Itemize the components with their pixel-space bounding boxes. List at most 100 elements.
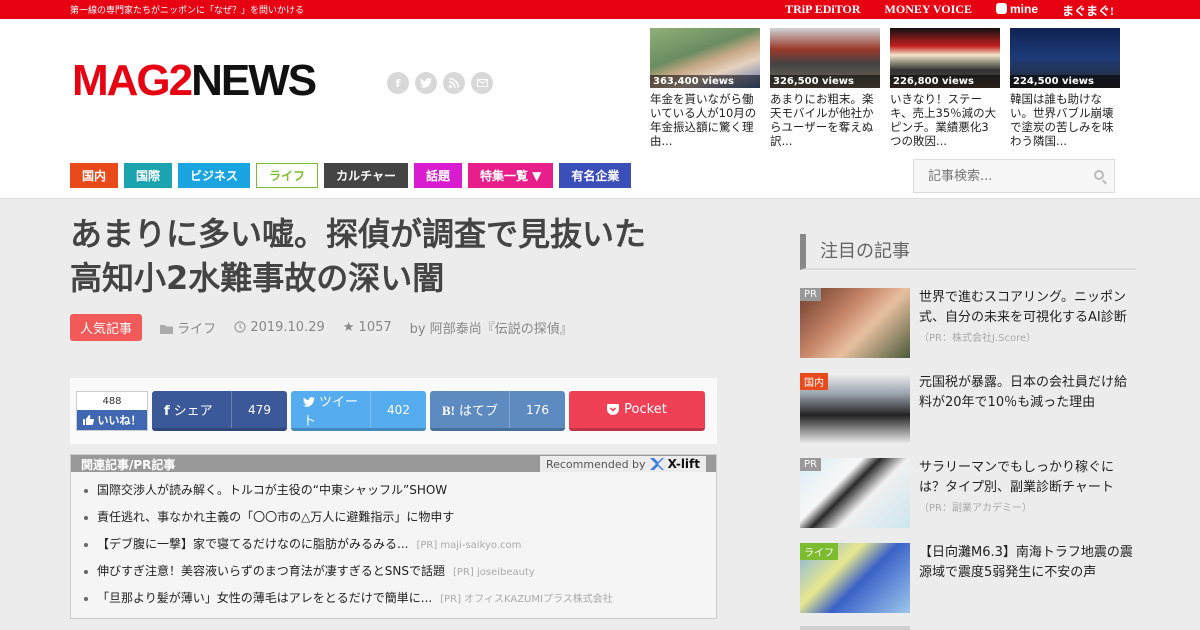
site-tagline: 第一線の専門家たちがニッポンに「なぜ？」を問いかける [70,6,305,16]
nav-item-topics[interactable]: 話題 [413,163,462,188]
hatena-count: 176 [509,391,565,428]
sidebar-article[interactable]: ライフ 【日向灘M6.3】南海トラフ地震の震源域で震度5弱発生に不安の声 [800,543,1136,613]
sidebar-article[interactable] [800,626,1136,630]
sidebar-title-text: 世界で進むスコアリング。ニッポン式、自分の未来を可視化するAI診断 [919,290,1127,325]
sidebar-title-text: サラリーマンでもしっかり稼ぐには？タイプ別、副業診断チャート [919,460,1115,495]
category-tag: PR [800,288,821,301]
article-title-line: 高知小2水難事故の深い闇 [70,259,445,297]
featured-article[interactable]: 226,800 views いきなり！ステーキ、売上35％減の大ピンチ。業績悪化… [890,28,1000,148]
view-count: 326,500 views [770,75,880,88]
featured-thumbnail[interactable]: 363,400 views [650,28,760,88]
list-item[interactable]: 「旦那より髪が薄い」女性の薄毛はアレをとるだけで簡単に... [PR] オフィスK… [81,588,716,615]
sidebar-article-title[interactable]: 世界で進むスコアリング。ニッポン式、自分の未来を可視化するAI診断 （PR：株式… [919,288,1136,349]
facebook-share-button[interactable]: f シェア 479 [152,391,287,431]
list-item[interactable]: 【デブ腹に一撃】家で寝てるだけなのに脂肪がみるみる... [PR] maji-sa… [81,534,716,561]
mine-logo-icon [995,3,1007,14]
nav-item-international[interactable]: 国際 [124,163,173,188]
view-count: 224,500 views [1010,75,1120,88]
recommended-brand: X-lift [667,457,700,471]
search-icon[interactable] [1094,170,1104,180]
featured-title[interactable]: あまりにお粗末。楽天モバイルが他社からユーザーを奪えぬ訳... [770,92,880,148]
sidebar-title-text: 【日向灘M6.3】南海トラフ地震の震源域で震度5弱発生に不安の声 [919,545,1133,580]
list-item[interactable]: 国際交渉人が読み解く。トルコが主役の“中東シャッフル”SHOW [81,480,716,507]
article-author[interactable]: by 阿部泰尚『伝説の探偵』 [410,318,573,337]
mail-icon[interactable] [471,72,493,94]
facebook-share-count: 479 [231,391,287,428]
search-box [913,159,1115,193]
sidebar-article-title[interactable]: サラリーマンでもしっかり稼ぐには？タイプ別、副業診断チャート （PR：副業アカデ… [919,458,1136,519]
partner-link-trip-editor[interactable]: TRiP EDiTOR [785,2,860,19]
search-input[interactable] [914,160,1084,192]
social-links: f [387,72,493,94]
featured-article[interactable]: 363,400 views 年金を貰いながら働いている人が10月の年金振込額に驚… [650,28,760,148]
featured-thumbnail[interactable]: 226,800 views [890,28,1000,88]
rss-icon[interactable] [443,72,465,94]
article-title-line: あまりに多い嘘。探偵が調査で見抜いた [70,215,647,253]
logo-mag: MAG2 [72,56,193,105]
twitter-icon [303,396,315,407]
pr-source: [PR] joseibeauty [452,567,535,578]
pr-source: [PR] オフィスKAZUMIプラス株式会社 [440,594,613,605]
nav-item-companies[interactable]: 有名企業 [559,163,632,188]
featured-thumbnail[interactable]: 326,500 views [770,28,880,88]
partner-link-money-voice[interactable]: MONEY VOICE [885,2,972,19]
sidebar-article[interactable]: PR サラリーマンでもしっかり稼ぐには？タイプ別、副業診断チャート （PR：副業… [800,458,1136,528]
related-title: 伸びすぎ注意！美容液いらずのまつ育法が凄すぎるとSNSで話題 [97,564,445,578]
twitter-share-button[interactable]: ツイート 402 [291,391,426,431]
sidebar-thumbnail[interactable] [800,626,910,630]
partner-link-mine[interactable]: mine [995,2,1038,19]
featured-article[interactable]: 224,500 views 韓国は誰も助けない。世界バブル崩壊で塗炭の苦しみを味… [1010,28,1120,148]
partner-link-magmag[interactable]: まぐまぐ! [1062,2,1114,19]
pr-source: （PR：株式会社J.Score） [919,333,1037,344]
list-item[interactable]: 伸びすぎ注意！美容液いらずのまつ育法が凄すぎるとSNSで話題 [PR] josei… [81,561,716,588]
related-heading: 関連記事/PR記事 [81,458,176,472]
related-title: 「旦那より髪が薄い」女性の薄毛はアレをとるだけで簡単に... [97,591,433,605]
article-stars: ★ 1057 [343,320,392,335]
recommended-by[interactable]: Recommended by X-lift [539,456,706,472]
hatena-icon: B! [442,403,455,418]
sidebar-article[interactable]: 国内 元国税が暴露。日本の会社員だけ給料が20年で10％も減った理由 [800,373,1136,443]
featured-articles: 363,400 views 年金を貰いながら働いている人が10月の年金振込額に驚… [650,28,1120,148]
nav-item-life[interactable]: ライフ [256,163,319,188]
category-tag: 国内 [800,373,828,390]
related-list: 国際交渉人が読み解く。トルコが主役の“中東シャッフル”SHOW 責任逃れ、事なか… [71,472,716,615]
featured-title[interactable]: いきなり！ステーキ、売上35％減の大ピンチ。業績悪化3つの敗因... [890,92,1000,148]
nav-item-domestic[interactable]: 国内 [70,163,119,188]
featured-thumbnail[interactable]: 224,500 views [1010,28,1120,88]
like-button[interactable]: いいね！ [77,410,147,430]
nav-item-features[interactable]: 特集一覧 ▼ [467,163,554,188]
partner-links: TRiP EDiTOR MONEY VOICE mine まぐまぐ! [785,2,1114,19]
top-bar: 第一線の専門家たちがニッポンに「なぜ？」を問いかける TRiP EDiTOR M… [0,0,1200,19]
related-header: 関連記事/PR記事 Recommended by X-lift [71,455,716,472]
pr-source: （PR：副業アカデミー） [919,503,1032,514]
category-nav: 国内 国際 ビジネス ライフ カルチャー 話題 特集一覧 ▼ 有名企業 [70,163,632,188]
nav-item-business[interactable]: ビジネス [178,163,251,188]
pr-source: [PR] maji-saikyo.com [416,540,522,551]
related-title: 責任逃れ、事なかれ主義の「〇〇市の△万人に避難指示」に物申す [97,510,455,524]
pocket-button[interactable]: Pocket [569,391,705,431]
category-tag: PR [800,458,821,471]
list-item[interactable]: 責任逃れ、事なかれ主義の「〇〇市の△万人に避難指示」に物申す [81,507,716,534]
facebook-icon[interactable]: f [387,72,409,94]
facebook-icon: f [164,404,170,419]
category-tag: ライフ [800,543,838,560]
site-logo[interactable]: MAG2NEWS [72,56,317,105]
featured-article[interactable]: 326,500 views あまりにお粗末。楽天モバイルが他社からユーザーを奪え… [770,28,880,148]
featured-title[interactable]: 年金を貰いながら働いている人が10月の年金振込額に驚く理由... [650,92,760,148]
facebook-share-label: シェア [173,404,213,419]
article-date: 2019.10.29 [234,320,325,335]
nav-item-culture[interactable]: カルチャー [324,163,408,188]
featured-title[interactable]: 韓国は誰も助けない。世界バブル崩壊で塗炭の苦しみを味わう隣国... [1010,92,1120,148]
star-icon: ★ [342,320,355,335]
hatena-bookmark-button[interactable]: B! はてブ 176 [430,391,565,431]
sidebar-article[interactable]: PR 世界で進むスコアリング。ニッポン式、自分の未来を可視化するAI診断 （PR… [800,288,1136,358]
sidebar-article-title[interactable]: 元国税が暴露。日本の会社員だけ給料が20年で10％も減った理由 [919,373,1136,413]
thumbs-up-icon [82,415,94,425]
article-date-value: 2019.10.29 [250,320,325,335]
article-category[interactable]: ライフ [160,318,216,337]
pocket-label: Pocket [624,402,667,417]
logo-news: NEWS [191,56,317,105]
sidebar-article-title[interactable]: 【日向灘M6.3】南海トラフ地震の震源域で震度5弱発生に不安の声 [919,543,1136,583]
twitter-icon[interactable] [415,72,437,94]
view-count: 363,400 views [650,75,760,88]
